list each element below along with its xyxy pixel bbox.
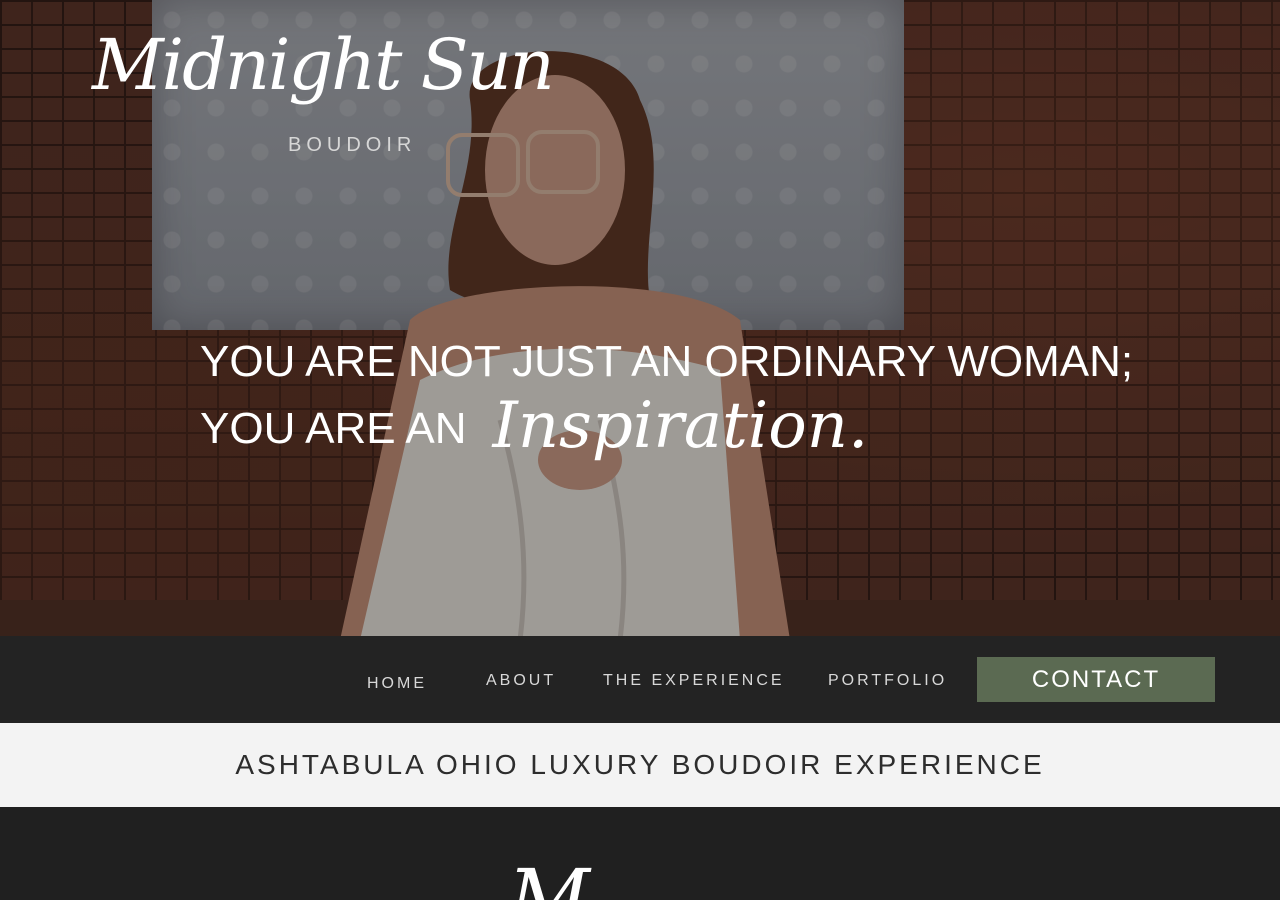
brand-logo-script: Midnight Sun xyxy=(92,24,555,106)
hero-tagline-line1: YOU ARE NOT JUST AN ORDINARY WOMAN; xyxy=(200,337,1134,386)
hero-tagline-script: Inspiration. xyxy=(492,389,869,463)
nav-item-about[interactable]: ABOUT xyxy=(486,672,556,690)
hero-tagline: YOU ARE NOT JUST AN ORDINARY WOMAN; YOU … xyxy=(200,336,1134,458)
nav-item-home[interactable]: HOME xyxy=(367,675,427,693)
lower-section-script-heading: M xyxy=(508,852,590,900)
location-banner-text: ASHTABULA OHIO LUXURY BOUDOIR EXPERIENCE xyxy=(235,749,1045,780)
contact-button[interactable]: CONTACT xyxy=(977,657,1215,702)
brand-logo[interactable]: Midnight Sun BOUDOIR xyxy=(92,30,555,160)
hero-tagline-prefix: YOU ARE AN xyxy=(200,404,467,453)
hero-tagline-line2: YOU ARE AN Inspiration. xyxy=(200,394,1133,458)
hero-section: Midnight Sun BOUDOIR YOU ARE NOT JUST AN… xyxy=(0,0,1280,636)
location-banner: ASHTABULA OHIO LUXURY BOUDOIR EXPERIENCE xyxy=(0,723,1280,807)
nav-item-the-experience[interactable]: THE EXPERIENCE xyxy=(603,672,785,690)
brand-logo-subtitle: BOUDOIR xyxy=(288,134,417,156)
main-navigation: HOME ABOUT THE EXPERIENCE PORTFOLIO CONT… xyxy=(0,636,1280,723)
lower-section: M xyxy=(0,807,1280,900)
nav-item-portfolio[interactable]: PORTFOLIO xyxy=(828,672,947,690)
